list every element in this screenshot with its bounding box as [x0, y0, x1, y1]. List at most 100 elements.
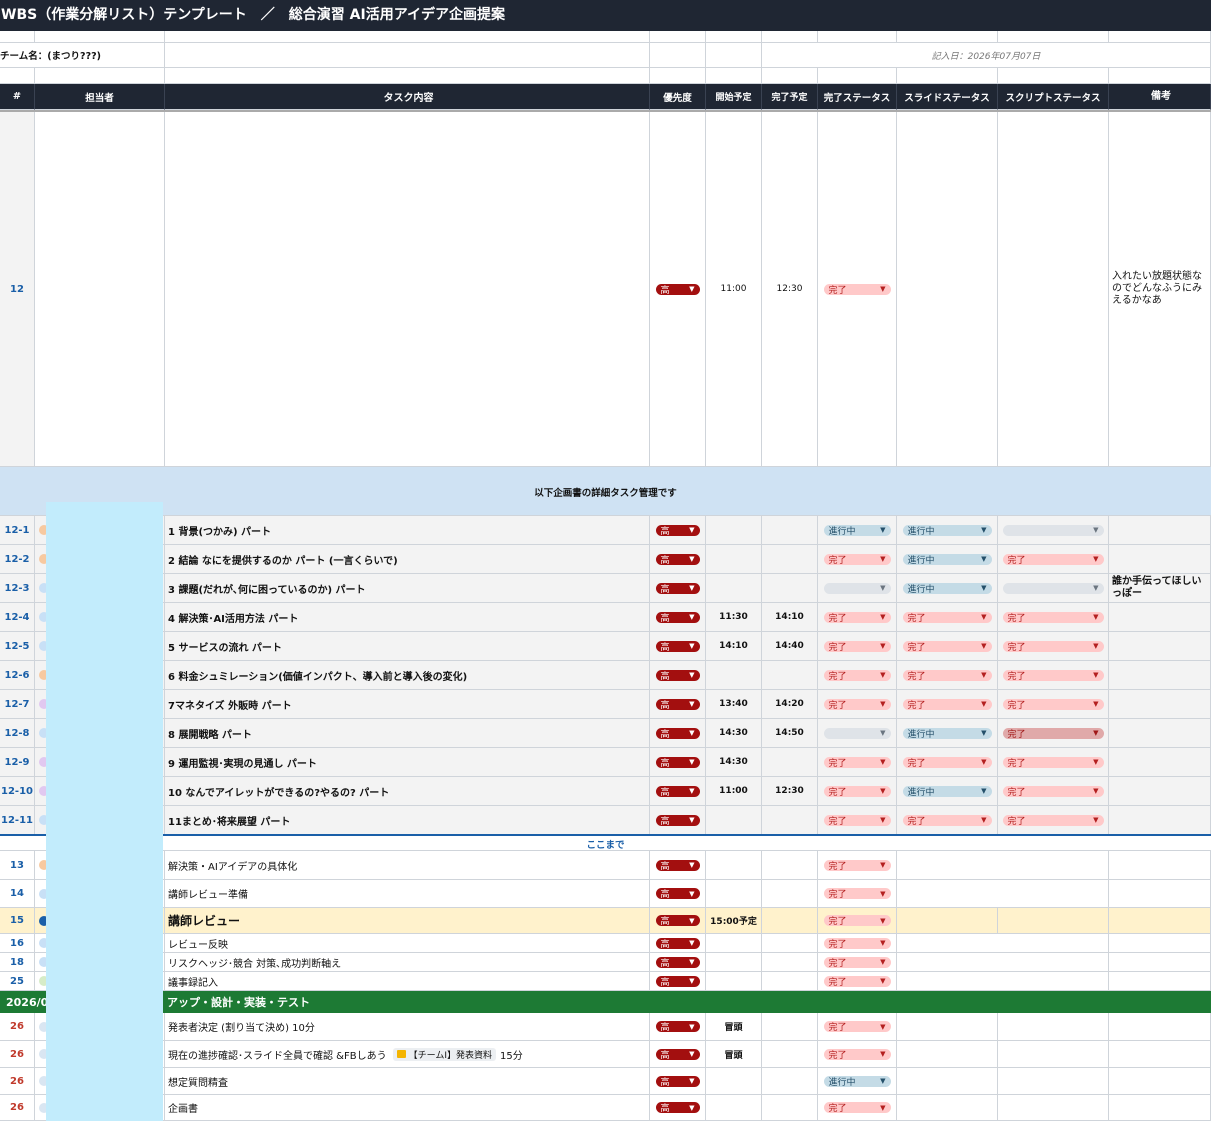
priority-dropdown[interactable]: 高 ▼ — [655, 785, 700, 798]
slide-status-cell[interactable]: 完了 ▼ — [897, 632, 998, 661]
done-status-cell[interactable]: 完了 ▼ — [818, 934, 897, 953]
script-status-cell[interactable]: 完了 ▼ — [998, 719, 1109, 748]
row-number[interactable]: 26 — [0, 1013, 35, 1041]
done-status-dropdown[interactable]: 完了 ▼ — [823, 669, 891, 682]
done-status-cell[interactable]: 完了 ▼ — [818, 661, 897, 690]
slide-status-dropdown[interactable]: 進行中 ▼ — [902, 553, 992, 566]
task-cell[interactable] — [165, 112, 650, 467]
priority-cell[interactable]: 高 ▼ — [650, 516, 706, 545]
done-status-dropdown[interactable]: 進行中 ▼ — [823, 1075, 891, 1088]
row-number[interactable]: 16 — [0, 934, 35, 953]
done-status-cell[interactable]: ▼ — [818, 574, 897, 603]
slide-status-cell[interactable]: 完了 ▼ — [897, 748, 998, 777]
priority-cell[interactable]: 高 ▼ — [650, 777, 706, 806]
row-number[interactable]: 14 — [0, 880, 35, 908]
start-cell[interactable]: 11:30 — [706, 603, 762, 632]
slide-status-cell[interactable] — [897, 953, 998, 972]
slide-status-cell[interactable] — [897, 972, 998, 991]
start-cell[interactable]: 11:00 — [706, 777, 762, 806]
script-status-cell[interactable] — [998, 112, 1109, 467]
header-script-status[interactable]: スクリプトステータス — [998, 84, 1109, 110]
priority-dropdown[interactable]: 高 ▼ — [655, 669, 700, 682]
done-status-cell[interactable]: 完了 ▼ — [818, 545, 897, 574]
done-status-cell[interactable]: 完了 ▼ — [818, 908, 897, 934]
start-cell[interactable] — [706, 934, 762, 953]
slide-status-dropdown[interactable]: 進行中 ▼ — [902, 785, 992, 798]
row-number[interactable]: 25 — [0, 972, 35, 991]
note-cell[interactable] — [1109, 934, 1211, 953]
script-status-dropdown[interactable]: 完了 ▼ — [1002, 814, 1104, 827]
note-cell[interactable] — [1109, 690, 1211, 719]
done-status-cell[interactable]: 完了 ▼ — [818, 851, 897, 880]
task-cell[interactable]: 講師レビュー — [165, 908, 650, 934]
slide-status-cell[interactable]: 進行中 ▼ — [897, 719, 998, 748]
priority-dropdown[interactable]: 高 ▼ — [655, 859, 700, 872]
task-cell[interactable]: 4 解決策･AI活用方法 パート — [165, 603, 650, 632]
slide-status-cell[interactable]: 完了 ▼ — [897, 806, 998, 835]
note-cell[interactable] — [1109, 632, 1211, 661]
script-status-cell[interactable]: 完了 ▼ — [998, 632, 1109, 661]
script-status-dropdown[interactable]: ▼ — [1002, 524, 1104, 536]
note-cell[interactable] — [1109, 880, 1211, 908]
script-status-cell[interactable] — [998, 1013, 1109, 1041]
start-cell[interactable]: 冒頭 — [706, 1013, 762, 1041]
header-priority[interactable]: 優先度 — [650, 84, 706, 110]
note-cell[interactable] — [1109, 661, 1211, 690]
header-owner[interactable]: 担当者 — [35, 84, 165, 110]
script-status-cell[interactable]: 完了 ▼ — [998, 690, 1109, 719]
start-cell[interactable] — [706, 1068, 762, 1095]
priority-dropdown[interactable]: 高 ▼ — [655, 915, 700, 927]
row-number[interactable]: 26 — [0, 1095, 35, 1121]
start-cell[interactable] — [706, 661, 762, 690]
task-cell[interactable]: レビュー反映 — [165, 934, 650, 953]
end-cell[interactable] — [762, 908, 818, 934]
note-cell[interactable]: 誰か手伝ってほしいっぽー — [1109, 574, 1211, 603]
script-status-dropdown[interactable]: 完了 ▼ — [1002, 611, 1104, 624]
row-number[interactable]: 12-4 — [0, 603, 35, 632]
end-cell[interactable] — [762, 806, 818, 835]
task-cell[interactable]: 議事録記入 — [165, 972, 650, 991]
start-cell[interactable]: 15:00予定 — [706, 908, 762, 934]
done-status-cell[interactable]: 完了 ▼ — [818, 748, 897, 777]
priority-dropdown[interactable]: 高 ▼ — [655, 611, 700, 624]
slide-status-dropdown[interactable]: 完了 ▼ — [902, 669, 992, 682]
note-cell[interactable] — [1109, 1068, 1211, 1095]
row-number[interactable]: 12-11 — [0, 806, 35, 835]
slide-status-dropdown[interactable]: 進行中 ▼ — [902, 727, 992, 740]
slide-status-cell[interactable]: 完了 ▼ — [897, 661, 998, 690]
note-cell[interactable] — [1109, 953, 1211, 972]
slide-status-cell[interactable]: 進行中 ▼ — [897, 516, 998, 545]
end-cell[interactable] — [762, 1095, 818, 1121]
priority-cell[interactable]: 高 ▼ — [650, 806, 706, 835]
start-cell[interactable]: 14:30 — [706, 719, 762, 748]
end-cell[interactable] — [762, 953, 818, 972]
owner-cell[interactable] — [35, 112, 165, 467]
script-status-cell[interactable]: 完了 ▼ — [998, 806, 1109, 835]
script-status-dropdown[interactable]: 完了 ▼ — [1002, 756, 1104, 769]
done-status-cell[interactable]: 完了 ▼ — [818, 953, 897, 972]
priority-cell[interactable]: 高 ▼ — [650, 112, 706, 467]
slide-status-cell[interactable]: 進行中 ▼ — [897, 545, 998, 574]
doc-chip[interactable]: 【チームI】発表資料 — [392, 1047, 496, 1061]
slide-status-cell[interactable]: 完了 ▼ — [897, 603, 998, 632]
row-number[interactable]: 12-6 — [0, 661, 35, 690]
task-cell[interactable]: 発表者決定 (割り当て決め) 10分 — [165, 1013, 650, 1041]
end-cell[interactable] — [762, 748, 818, 777]
priority-dropdown[interactable]: 高 ▼ — [655, 975, 700, 988]
end-cell[interactable] — [762, 574, 818, 603]
done-status-dropdown[interactable]: 完了 ▼ — [823, 888, 891, 900]
done-status-dropdown[interactable]: 完了 ▼ — [823, 698, 891, 711]
note-cell[interactable] — [1109, 1041, 1211, 1068]
start-cell[interactable]: 13:40 — [706, 690, 762, 719]
done-status-dropdown[interactable]: 完了 ▼ — [823, 975, 891, 988]
done-status-dropdown[interactable]: 完了 ▼ — [823, 611, 891, 624]
slide-status-cell[interactable] — [897, 880, 998, 908]
slide-status-dropdown[interactable]: 進行中 ▼ — [902, 524, 992, 537]
priority-dropdown[interactable]: 高 ▼ — [655, 937, 700, 950]
priority-dropdown[interactable]: 高 ▼ — [655, 553, 700, 566]
end-cell[interactable] — [762, 516, 818, 545]
priority-dropdown[interactable]: 高 ▼ — [655, 888, 700, 900]
row-number[interactable]: 12-7 — [0, 690, 35, 719]
start-cell[interactable] — [706, 574, 762, 603]
end-cell[interactable]: 14:40 — [762, 632, 818, 661]
